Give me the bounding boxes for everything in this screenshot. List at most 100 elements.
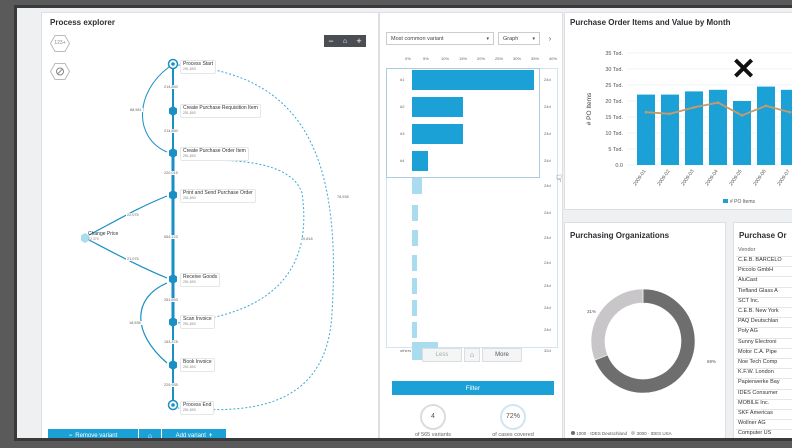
variant-count-label: of 565 variants [414, 432, 452, 438]
close-icon[interactable]: ✕ [731, 55, 756, 85]
add-variant-button[interactable]: Add variant + [162, 429, 226, 438]
edge-label: 229,935 [163, 383, 179, 387]
variant-bar[interactable] [412, 230, 419, 246]
variant-bar[interactable] [412, 255, 417, 271]
node-create-pr-item[interactable]: Create Purchase Requisition Item 251,893 [180, 104, 261, 118]
y-tick-label: 5 Tsd. [608, 147, 623, 153]
node-print-send-po[interactable]: Print and Send Purchase Order 251,893 [180, 189, 256, 203]
variant-axis: 0% 5% 10% 15% 20% 25% 30% 35% 40% [405, 56, 557, 64]
vendor-row[interactable]: AluCast [738, 277, 757, 283]
axis-tick-label: 40% [549, 56, 558, 61]
legend-swatch [723, 199, 728, 203]
vendor-row[interactable]: Computer US [738, 430, 771, 436]
view-dropdown[interactable]: Graph ▾ [498, 32, 540, 45]
x-tick-label: 2009-05 [728, 169, 744, 188]
chart-point [788, 110, 792, 114]
edge-label: 153,378 [163, 340, 179, 344]
variant-row-duration: 24d [544, 158, 551, 163]
vendor-row[interactable]: Tiefland Glass A [738, 288, 778, 294]
donut-pct-right: 69% [707, 359, 717, 364]
vendor-row[interactable]: Motor C.A. Pipe [738, 349, 777, 355]
chevron-down-icon: ▾ [486, 36, 489, 42]
variant-row-label: others [400, 348, 412, 353]
x-tick-label: 2009-04 [704, 169, 720, 188]
variants-panel: Most common variant ▾ Graph ▾ › 0% 5% 10% 1… [379, 30, 563, 438]
vendor-row[interactable]: MOBILE Inc. [738, 400, 769, 406]
y-tick-label: 25 Tsd. [605, 83, 623, 89]
node-process-start[interactable]: Process Start 251,893 [180, 60, 217, 74]
remove-variant-button[interactable]: − Remove variant [48, 429, 138, 439]
axis-tick-label: 15% [459, 56, 468, 61]
home-variant-button[interactable]: ⌂ [139, 429, 161, 438]
chart-point [764, 104, 768, 108]
node-create-po-item[interactable]: Create Purchase Order Item 251,893 [180, 147, 249, 161]
legend-dot [571, 431, 575, 435]
variant-bar[interactable] [412, 70, 534, 90]
chart-point [644, 110, 648, 114]
vendor-row[interactable]: K.F.W. London [738, 369, 774, 375]
filter-button[interactable]: Filter [392, 381, 554, 395]
donut-chart [590, 288, 696, 394]
node-book-invoice[interactable]: Book Invoice 251,893 [180, 358, 215, 372]
variant-row-label: #4 [400, 158, 405, 163]
vendor-row[interactable]: Noe Tech Comp [738, 359, 777, 365]
po-chart-panel: Purchase Order Items and Value by Month … [564, 12, 792, 210]
y-tick-label: 10 Tsd. [605, 131, 623, 137]
y-tick-label: 15 Tsd. [605, 115, 623, 121]
minus-icon: − [68, 433, 73, 439]
edge-label: 251,893 [163, 298, 179, 302]
process-explorer-panel: Process explorer 123+ − ⌂ + Process Star… [41, 12, 379, 439]
variant-bar[interactable] [412, 278, 417, 294]
axis-tick-label: 20% [477, 56, 486, 61]
edge-label: 21,075 [126, 257, 140, 261]
chart-bar [733, 101, 751, 165]
variant-row-duration: 24d [544, 305, 551, 310]
x-tick-label: 2009-06 [752, 169, 768, 188]
vendor-row[interactable]: IDES Consumer [738, 390, 778, 396]
edge-label: 214,850 [163, 85, 179, 89]
legend-dot [631, 431, 636, 435]
variant-bar[interactable] [412, 97, 464, 117]
variant-bar[interactable] [412, 205, 419, 221]
chart-point [740, 114, 744, 117]
variant-bar[interactable] [412, 151, 428, 171]
po-chart: 0.0 5 Tsd. 10 Tsd. 15 Tsd. 20 Tsd. 25 Tsd. 30 … [586, 51, 792, 188]
more-button[interactable]: More [482, 348, 522, 362]
vendor-row[interactable]: Papierwerke Bay [738, 379, 780, 385]
chart-point [716, 101, 720, 104]
mouse-cursor-icon: ☟ [556, 174, 563, 185]
y-axis-label: # PO Items [586, 92, 593, 125]
variant-dropdown[interactable]: Most common variant ▾ [386, 32, 494, 45]
vendor-row[interactable]: SCT Inc. [738, 298, 759, 304]
y-tick-label: 20 Tsd. [605, 99, 623, 105]
variant-bar[interactable] [412, 178, 422, 194]
vendor-row[interactable]: Piccolo GmbH [738, 267, 773, 273]
variant-count-circle: 4 [420, 404, 446, 430]
vendor-row[interactable]: Poly AG [738, 328, 758, 334]
vendor-row[interactable]: SKF Americas [738, 410, 773, 416]
po-legend: # PO Items [723, 199, 755, 205]
variant-row-duration: 24d [544, 104, 551, 109]
less-button[interactable]: Less [422, 348, 462, 362]
donut-pct-left: 31% [587, 309, 597, 314]
variant-bar[interactable] [412, 322, 417, 338]
variant-bar[interactable] [412, 124, 464, 144]
variant-row-duration: 24d [544, 77, 551, 82]
variant-row-duration: 24d [544, 235, 551, 240]
vendor-row[interactable]: C.E.B. New York [738, 308, 779, 314]
axis-tick-label: 25% [495, 56, 504, 61]
node-scan-invoice[interactable]: Scan Invoice 251,893 [180, 315, 215, 329]
node-receive-goods[interactable]: Receive Goods 251,893 [180, 273, 221, 287]
axis-tick-label: 30% [513, 56, 522, 61]
edge-label: 654,123 [163, 235, 179, 239]
variant-bar[interactable] [412, 300, 417, 316]
vendor-row[interactable]: C.E.B. BARCELO [738, 257, 782, 263]
edge-label: 22,075 [126, 213, 140, 217]
vendor-row[interactable]: Sunny Electroni [738, 339, 777, 345]
vendor-row[interactable]: PAQ Deutschlan [738, 318, 778, 324]
next-arrow-icon[interactable]: › [544, 32, 556, 45]
vendor-row[interactable]: Wollner AG [738, 420, 766, 426]
node-process-end[interactable]: Process End 251,893 [180, 401, 215, 415]
node-change-price[interactable]: Change Price 22,376 [86, 231, 120, 243]
home-variants-button[interactable]: ⌂ [464, 348, 480, 362]
